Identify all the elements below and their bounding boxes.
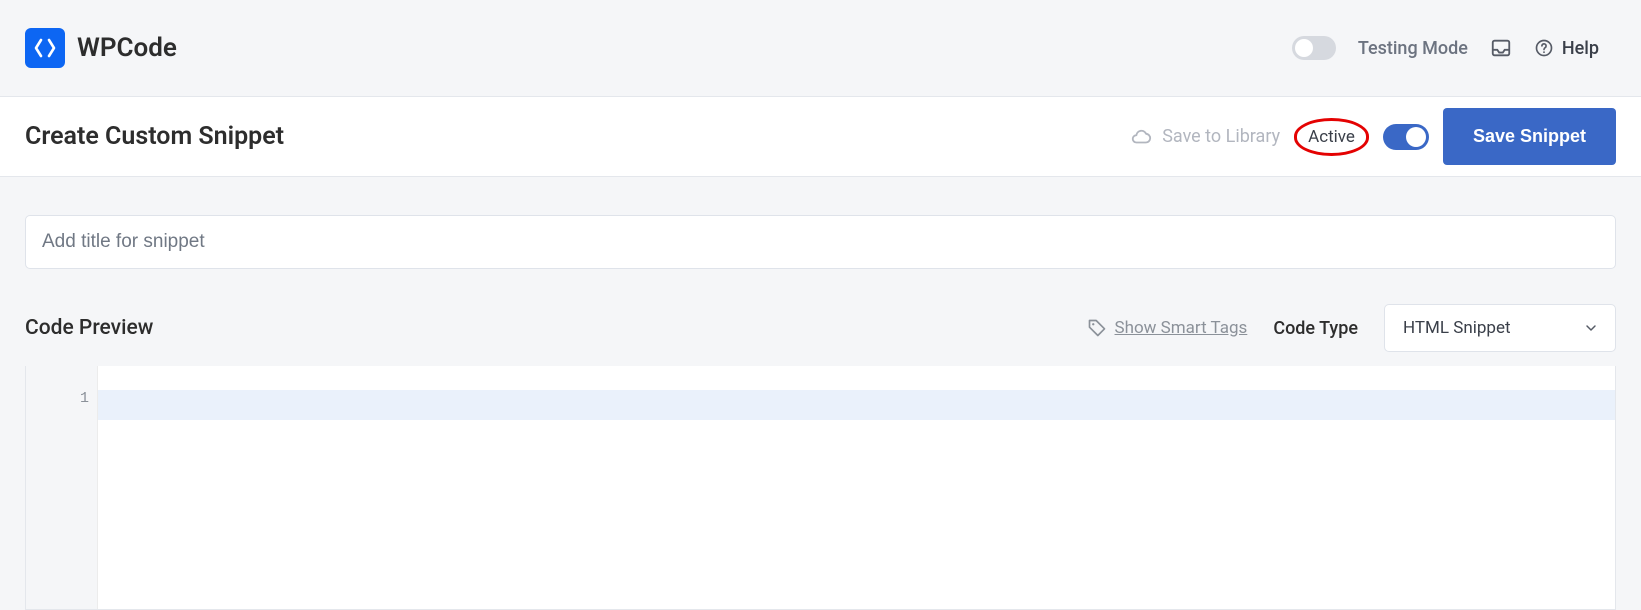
brand-logo: WPCode [25,28,177,68]
help-label: Help [1562,38,1599,59]
code-preview-controls: Show Smart Tags Code Type HTML Snippet [1087,304,1616,352]
testing-mode-toggle[interactable] [1292,36,1336,60]
save-to-library-label: Save to Library [1162,126,1280,147]
top-header-right: Testing Mode Help [1292,36,1599,60]
action-bar-right: Save to Library Active Save Snippet [1130,108,1616,165]
code-editor-area[interactable] [98,366,1615,609]
show-smart-tags-label: Show Smart Tags [1115,318,1248,338]
line-number: 1 [26,390,89,407]
code-preview-header: Code Preview Show Smart Tags Code Type H… [25,304,1616,352]
active-toggle-label: Active [1303,123,1360,151]
tag-icon [1087,318,1107,338]
help-icon [1534,38,1554,58]
code-preview-title: Code Preview [25,316,153,340]
code-type-select[interactable]: HTML Snippet [1384,304,1616,352]
code-editor[interactable]: 1 [25,366,1616,610]
annotation-active-highlight: Active [1294,118,1369,156]
cloud-icon [1130,126,1152,148]
save-snippet-button[interactable]: Save Snippet [1443,108,1616,165]
code-slash-icon [33,36,57,60]
help-link[interactable]: Help [1534,38,1599,59]
brand-logo-text: WPCode [77,33,177,63]
save-to-library-link[interactable]: Save to Library [1130,126,1280,148]
show-smart-tags-link[interactable]: Show Smart Tags [1087,318,1248,338]
snippet-title-input[interactable] [25,215,1616,269]
action-bar: Create Custom Snippet Save to Library Ac… [0,97,1641,177]
chevron-down-icon [1583,320,1599,336]
active-toggle[interactable] [1383,124,1429,150]
code-type-label: Code Type [1273,318,1358,339]
top-header: WPCode Testing Mode Help [0,0,1641,97]
page-title: Create Custom Snippet [25,122,284,151]
testing-mode-label: Testing Mode [1358,38,1468,59]
inbox-icon[interactable] [1490,37,1512,59]
code-type-value: HTML Snippet [1403,318,1511,338]
brand-logo-mark [25,28,65,68]
snippet-body: Code Preview Show Smart Tags Code Type H… [0,177,1641,610]
code-editor-gutter: 1 [26,366,98,609]
code-editor-active-line [98,390,1615,420]
